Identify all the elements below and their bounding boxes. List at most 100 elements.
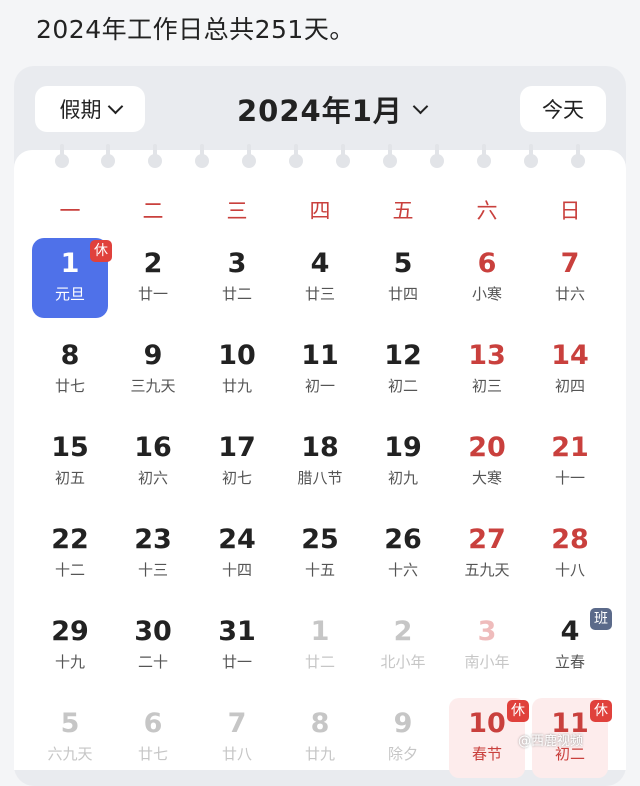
calendar-day-cell[interactable]: 23 十三 bbox=[115, 514, 191, 594]
calendar-day-cell[interactable]: 21 十一 bbox=[532, 422, 608, 502]
lunar-date: 南小年 bbox=[464, 653, 510, 671]
calendar-day-cell[interactable]: 1 元旦休 bbox=[32, 238, 112, 318]
lunar-date: 十六 bbox=[387, 561, 418, 579]
weekday-label: 四 bbox=[309, 199, 331, 223]
calendar-day-cell[interactable]: 8 廿九 bbox=[282, 698, 358, 778]
lunar-date: 初一 bbox=[304, 377, 335, 395]
holiday-dropdown[interactable]: 假期 bbox=[35, 86, 145, 132]
calendar-day-cell[interactable]: 12 初二 bbox=[365, 330, 441, 410]
calendar-day-cell[interactable]: 9 三九天 bbox=[115, 330, 191, 410]
calendar-day-cell[interactable]: 5 六九天 bbox=[32, 698, 108, 778]
day-number: 9 bbox=[393, 708, 413, 739]
lunar-date: 廿九 bbox=[221, 377, 252, 395]
lunar-date: 十二 bbox=[54, 561, 85, 579]
binder-ring bbox=[430, 144, 444, 168]
calendar-day-cell[interactable]: 6 小寒 bbox=[449, 238, 525, 318]
day-number: 4 bbox=[310, 248, 330, 279]
lunar-date: 廿六 bbox=[554, 285, 585, 303]
day-number: 10 bbox=[218, 340, 256, 371]
lunar-date: 十八 bbox=[554, 561, 585, 579]
calendar-day-cell[interactable]: 4 立春班 bbox=[532, 606, 612, 686]
day-number: 9 bbox=[143, 340, 163, 371]
calendar-day-cell[interactable]: 2 北小年 bbox=[365, 606, 441, 686]
calendar-day-cell[interactable]: 18 腊八节 bbox=[282, 422, 358, 502]
lunar-date: 初五 bbox=[54, 469, 85, 487]
calendar-day-cell[interactable]: 27 五九天 bbox=[449, 514, 525, 594]
calendar-day-cell[interactable]: 4 廿三 bbox=[282, 238, 358, 318]
day-number: 13 bbox=[468, 340, 506, 371]
lunar-date: 十一 bbox=[554, 469, 585, 487]
calendar-day-cell[interactable]: 11 初一 bbox=[282, 330, 358, 410]
lunar-date: 除夕 bbox=[387, 745, 418, 763]
lunar-date: 廿二 bbox=[304, 653, 335, 671]
lunar-date: 十五 bbox=[304, 561, 335, 579]
watermark-text: @西鹿视频 bbox=[518, 734, 584, 749]
calendar-day-cell[interactable]: 10 廿九 bbox=[199, 330, 275, 410]
lunar-date: 初二 bbox=[387, 377, 418, 395]
day-number: 19 bbox=[384, 432, 422, 463]
calendar-day-cell[interactable]: 3 南小年 bbox=[449, 606, 525, 686]
lunar-date: 三九天 bbox=[130, 377, 176, 395]
calendar-day-cell[interactable]: 8 廿七 bbox=[32, 330, 108, 410]
day-number: 3 bbox=[227, 248, 247, 279]
binder-ring bbox=[477, 144, 491, 168]
calendar-day-cell[interactable]: 15 初五 bbox=[32, 422, 108, 502]
calendar-day-cell[interactable]: 19 初九 bbox=[365, 422, 441, 502]
calendar-day-cell[interactable]: 31 廿一 bbox=[199, 606, 275, 686]
calendar-day-cell[interactable]: 14 初四 bbox=[532, 330, 608, 410]
calendar-day-cell[interactable]: 17 初七 bbox=[199, 422, 275, 502]
lunar-date: 廿七 bbox=[137, 745, 168, 763]
binder-ring bbox=[101, 144, 115, 168]
calendar-day-cell[interactable]: 9 除夕 bbox=[365, 698, 441, 778]
day-number: 20 bbox=[468, 432, 506, 463]
lunar-date: 北小年 bbox=[380, 653, 426, 671]
lunar-date: 廿四 bbox=[387, 285, 418, 303]
calendar-day-cell[interactable]: 16 初六 bbox=[115, 422, 191, 502]
calendar-day-cell[interactable]: 10 春节休 bbox=[449, 698, 529, 778]
lunar-date: 五九天 bbox=[464, 561, 510, 579]
day-number: 23 bbox=[134, 524, 172, 555]
calendar-day-cell[interactable]: 5 廿四 bbox=[365, 238, 441, 318]
day-number: 6 bbox=[143, 708, 163, 739]
calendar-day-cell[interactable]: 2 廿一 bbox=[115, 238, 191, 318]
calendar-day-cell[interactable]: 13 初三 bbox=[449, 330, 525, 410]
lunar-date: 廿三 bbox=[304, 285, 335, 303]
lunar-date: 廿一 bbox=[221, 653, 252, 671]
lunar-date: 初九 bbox=[387, 469, 418, 487]
calendar-day-cell[interactable]: 29 十九 bbox=[32, 606, 108, 686]
lunar-date: 廿八 bbox=[221, 745, 252, 763]
calendar-day-cell[interactable]: 6 廿七 bbox=[115, 698, 191, 778]
calendar-day-cell[interactable]: 1 廿二 bbox=[282, 606, 358, 686]
weekday-label: 二 bbox=[142, 199, 164, 223]
binder-ring bbox=[242, 144, 256, 168]
lunar-date: 十四 bbox=[221, 561, 252, 579]
month-label: 2024年1月 bbox=[237, 94, 403, 128]
chevron-down-icon bbox=[107, 98, 123, 114]
day-number: 24 bbox=[218, 524, 256, 555]
day-number: 21 bbox=[551, 432, 589, 463]
binder-ring bbox=[336, 144, 350, 168]
today-button-label: 今天 bbox=[542, 98, 584, 122]
binder-ring bbox=[55, 144, 69, 168]
rest-badge: 休 bbox=[507, 700, 529, 722]
lunar-date: 立春 bbox=[554, 653, 585, 671]
calendar-day-cell[interactable]: 20 大寒 bbox=[449, 422, 525, 502]
calendar-day-cell[interactable]: 26 十六 bbox=[365, 514, 441, 594]
calendar-day-cell[interactable]: 7 廿六 bbox=[532, 238, 608, 318]
calendar-day-cell[interactable]: 25 十五 bbox=[282, 514, 358, 594]
lunar-date: 初三 bbox=[471, 377, 502, 395]
calendar-day-cell[interactable]: 30 二十 bbox=[115, 606, 191, 686]
calendar-day-cell[interactable]: 24 十四 bbox=[199, 514, 275, 594]
day-number: 2 bbox=[143, 248, 163, 279]
weekday-label: 日 bbox=[559, 199, 581, 223]
day-number: 16 bbox=[134, 432, 172, 463]
calendar-day-cell[interactable]: 3 廿二 bbox=[199, 238, 275, 318]
calendar-day-cell[interactable]: 7 廿八 bbox=[199, 698, 275, 778]
lunar-date: 大寒 bbox=[471, 469, 502, 487]
calendar-day-cell[interactable]: 22 十二 bbox=[32, 514, 108, 594]
calendar-day-cell[interactable]: 28 十八 bbox=[532, 514, 608, 594]
day-number: 3 bbox=[477, 616, 497, 647]
day-number: 1 bbox=[310, 616, 330, 647]
today-button[interactable]: 今天 bbox=[520, 86, 606, 132]
month-selector[interactable]: 2024年1月 bbox=[237, 86, 429, 132]
